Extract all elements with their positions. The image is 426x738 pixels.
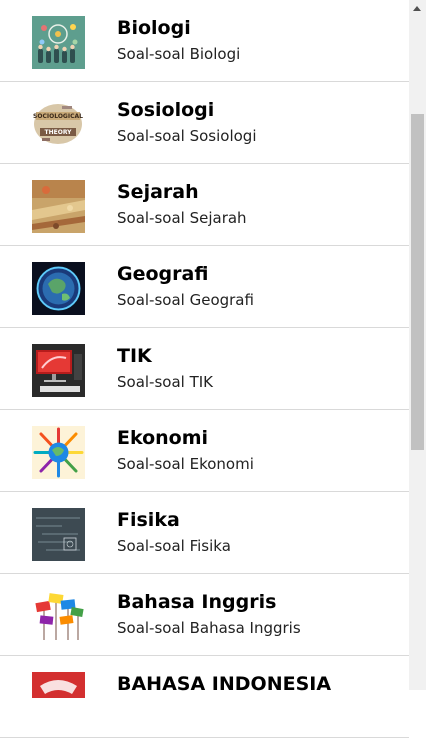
subject-title: Biologi: [117, 17, 191, 39]
subject-title: TIK: [117, 345, 152, 367]
sociology-thumb-text-2: THEORY: [45, 129, 73, 136]
indonesian-thumbnail: [32, 672, 85, 725]
list-item-sejarah[interactable]: Sejarah Soal-soal Sejarah: [0, 164, 409, 246]
sociology-thumb-text-1: SOCIOLOGICAL: [33, 113, 83, 120]
list-item-bahasa-inggris[interactable]: Bahasa Inggris Soal-soal Bahasa Inggris: [0, 574, 409, 656]
list-item-fisika[interactable]: Fisika Soal-soal Fisika: [0, 492, 409, 574]
subject-subtitle: Soal-soal Bahasa Inggris: [117, 619, 301, 637]
subject-subtitle: Soal-soal Ekonomi: [117, 455, 254, 473]
list-item-bahasa-indonesia[interactable]: BAHASA INDONESIA: [0, 656, 409, 738]
list-item-biologi[interactable]: Biologi Soal-soal Biologi: [0, 0, 409, 82]
sociology-thumbnail: SOCIOLOGICAL THEORY: [32, 98, 85, 151]
subject-subtitle: Soal-soal Sosiologi: [117, 127, 257, 145]
biology-thumbnail: [32, 16, 85, 69]
subject-subtitle: Soal-soal Biologi: [117, 45, 241, 63]
english-thumbnail: [32, 590, 85, 643]
subject-title: BAHASA INDONESIA: [117, 673, 332, 695]
list-item-tik[interactable]: TIK Soal-soal TIK: [0, 328, 409, 410]
subject-title: Bahasa Inggris: [117, 591, 277, 613]
list-item-ekonomi[interactable]: Ekonomi Soal-soal Ekonomi: [0, 410, 409, 492]
subject-title: Geografi: [117, 263, 209, 285]
subject-subtitle: Soal-soal Geografi: [117, 291, 254, 309]
ict-thumbnail: [32, 344, 85, 397]
subject-subtitle: Soal-soal Fisika: [117, 537, 231, 555]
scrollbar-thumb[interactable]: [411, 114, 424, 450]
history-thumbnail: [32, 180, 85, 233]
list-item-geografi[interactable]: Geografi Soal-soal Geografi: [0, 246, 409, 328]
subject-title: Sosiologi: [117, 99, 215, 121]
subject-list: Biologi Soal-soal Biologi SOCIOLOGICAL T…: [0, 0, 409, 738]
subject-subtitle: Soal-soal Sejarah: [117, 209, 247, 227]
geography-thumbnail: [32, 262, 85, 315]
subject-title: Sejarah: [117, 181, 199, 203]
economy-thumbnail: [32, 426, 85, 479]
vertical-scrollbar[interactable]: [409, 0, 426, 690]
subject-subtitle: Soal-soal TIK: [117, 373, 214, 391]
list-item-sosiologi[interactable]: SOCIOLOGICAL THEORY Sosiologi Soal-soal …: [0, 82, 409, 164]
physics-thumbnail: [32, 508, 85, 561]
subject-title: Ekonomi: [117, 427, 209, 449]
subject-title: Fisika: [117, 509, 180, 531]
scroll-up-arrow-icon[interactable]: [409, 0, 426, 17]
